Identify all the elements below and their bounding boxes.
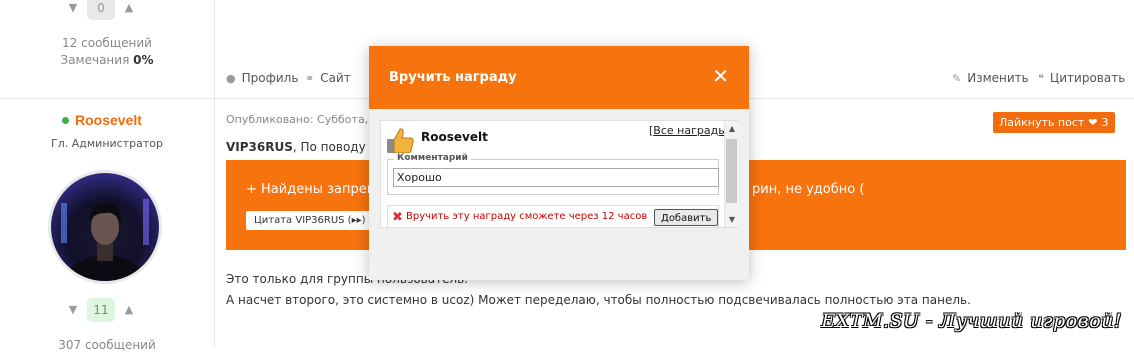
comment-input[interactable] — [393, 168, 719, 187]
warnings-value: 0% — [133, 53, 154, 67]
scrollbar[interactable]: ▲ ▼ — [724, 121, 739, 227]
error-icon: ✖ — [392, 210, 403, 225]
error-message: Вручить эту награду сможете через 12 час… — [406, 211, 648, 222]
comment-fieldset: Комментарий — [387, 153, 719, 195]
comment-label: Комментарий — [394, 153, 471, 163]
dialog-header: Вручить награду ✕ — [369, 46, 749, 109]
scroll-up-icon[interactable]: ▲ — [725, 122, 739, 136]
edit-label: Изменить — [967, 71, 1029, 85]
heart-icon: ❤ — [1088, 116, 1098, 129]
avatar[interactable] — [48, 170, 162, 284]
quote-label: Цитировать — [1049, 71, 1126, 85]
site-label: Сайт — [320, 71, 351, 85]
username-row: Roosevelt — [62, 112, 142, 128]
quote-link[interactable]: ❝ Цитировать — [1038, 71, 1125, 85]
warnings-label: Замечания — [60, 53, 130, 67]
post-body-line-2: А насчет второго, это системно в ucoz) М… — [226, 293, 971, 307]
link-icon: ⚭ — [305, 71, 315, 85]
watermark: EXTM.SU - Лучший игровой! — [821, 310, 1122, 332]
like-label: Лайкнуть пост — [999, 116, 1085, 129]
all-awards-label: Все награды — [653, 124, 727, 137]
user-rank: Гл. Администратор — [51, 137, 163, 150]
edit-link[interactable]: ✎ Изменить — [952, 71, 1029, 85]
scroll-down-icon[interactable]: ▼ — [725, 213, 739, 227]
messages-count: 307 сообщений — [58, 338, 156, 352]
pencil-icon: ✎ — [952, 71, 962, 85]
online-status-icon — [62, 116, 69, 124]
like-count: 3 — [1101, 116, 1109, 129]
quote-icon: ❝ — [1038, 71, 1044, 85]
user-icon: ● — [226, 71, 236, 85]
username-link[interactable]: Roosevelt — [75, 112, 142, 128]
post-votes: ▼ 11 ▲ — [67, 298, 135, 322]
profile-label: Профиль — [241, 71, 299, 85]
profile-link[interactable]: ● Профиль — [226, 71, 298, 85]
quote-intro: , По поводу п — [292, 140, 378, 154]
thumbs-up-icon — [387, 128, 414, 154]
avatar-image — [61, 199, 149, 281]
thumb-down-icon[interactable]: ▼ — [67, 304, 79, 316]
award-panel: Roosevelt [Все награды] Комментарий ✖ Вр… — [380, 120, 739, 229]
scroll-thumb[interactable] — [726, 139, 737, 203]
vote-count: 0 — [87, 0, 115, 20]
warnings: Замечания 0% — [0, 52, 214, 69]
award-dialog: Вручить награду ✕ Roosevelt [Все награды… — [369, 46, 749, 280]
messages-count: 12 сообщений — [62, 36, 152, 50]
quote-author[interactable]: VIP36RUS — [226, 140, 293, 154]
quote-text-right: рин, не удобно ( — [752, 182, 865, 197]
dialog-title: Вручить награду — [389, 70, 517, 85]
prev-post-votes: ▼ 0 ▲ — [67, 0, 135, 20]
thumb-up-icon[interactable]: ▲ — [123, 2, 135, 14]
thumb-down-icon[interactable]: ▼ — [67, 2, 79, 14]
quote-header: VIP36RUS, По поводу п — [226, 140, 377, 154]
all-awards-link[interactable]: [Все награды] — [649, 124, 731, 137]
add-award-button[interactable]: Добавить — [654, 209, 719, 226]
quote-source-button[interactable]: Цитата VIP36RUS (▸▸) — [246, 211, 374, 230]
like-button[interactable]: Лайкнуть пост ❤ 3 — [993, 112, 1115, 133]
site-link[interactable]: ⚭ Сайт — [305, 71, 351, 85]
close-icon[interactable]: ✕ — [712, 66, 729, 86]
award-recipient: Roosevelt — [421, 130, 488, 144]
vote-count: 11 — [87, 298, 115, 322]
quote-text-left: + Найдены запреще — [246, 182, 387, 197]
post-date: Опубликовано: Суббота, Се — [226, 113, 387, 126]
award-status-row: ✖ Вручить эту награду сможете через 12 ч… — [387, 205, 719, 229]
thumb-up-icon[interactable]: ▲ — [123, 304, 135, 316]
